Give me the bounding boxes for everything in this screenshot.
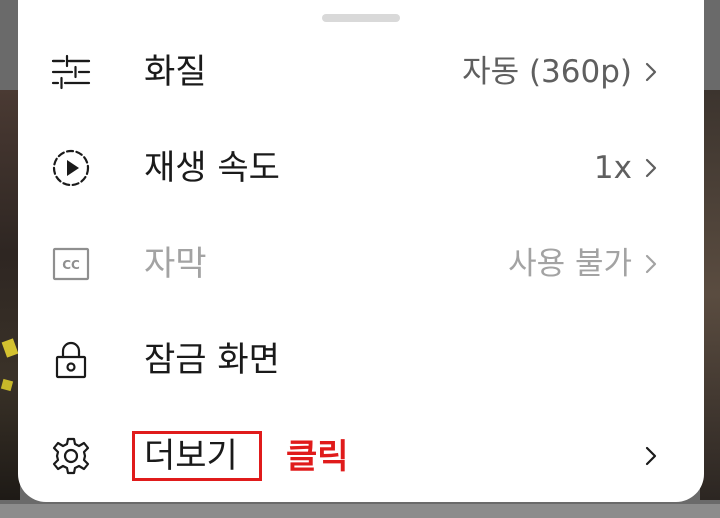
menu-item-label: 잠금 화면 <box>144 340 280 380</box>
menu-item-playback-speed[interactable]: 재생 속도 1x <box>18 120 704 216</box>
menu-item-captions[interactable]: CC 자막 사용 불가 <box>18 216 704 312</box>
chevron-right-icon <box>642 250 660 278</box>
menu-item-label: 화질 <box>144 52 207 92</box>
chevron-right-icon <box>642 154 660 182</box>
menu-item-quality[interactable]: 화질 자동 (360p) <box>18 24 704 120</box>
video-frame-bottom <box>0 504 720 518</box>
svg-text:CC: CC <box>62 258 80 272</box>
playback-speed-icon <box>50 147 92 189</box>
highlight-box <box>132 431 262 481</box>
chevron-right-icon <box>642 442 660 470</box>
video-frame-left <box>0 90 20 500</box>
menu-item-value: 자동 (360p) <box>462 54 632 90</box>
menu-item-more[interactable]: 더보기 <box>18 408 704 504</box>
menu-item-lock-screen[interactable]: 잠금 화면 <box>18 312 704 408</box>
click-annotation: 클릭 <box>286 437 349 477</box>
menu-item-value: 사용 불가 <box>508 246 632 282</box>
menu-item-value: 1x <box>593 150 632 186</box>
sliders-icon <box>50 51 92 93</box>
menu-item-label: 자막 <box>144 244 207 284</box>
captions-icon: CC <box>50 243 92 285</box>
menu-item-label: 재생 속도 <box>144 148 280 188</box>
chevron-right-icon <box>642 58 660 86</box>
gear-icon <box>50 435 92 477</box>
player-settings-sheet: 화질 자동 (360p) 재생 속도 1x CC 자막 사용 불가 잠금 화면 … <box>18 0 704 502</box>
lock-icon <box>50 339 92 381</box>
drag-handle[interactable] <box>322 14 400 22</box>
